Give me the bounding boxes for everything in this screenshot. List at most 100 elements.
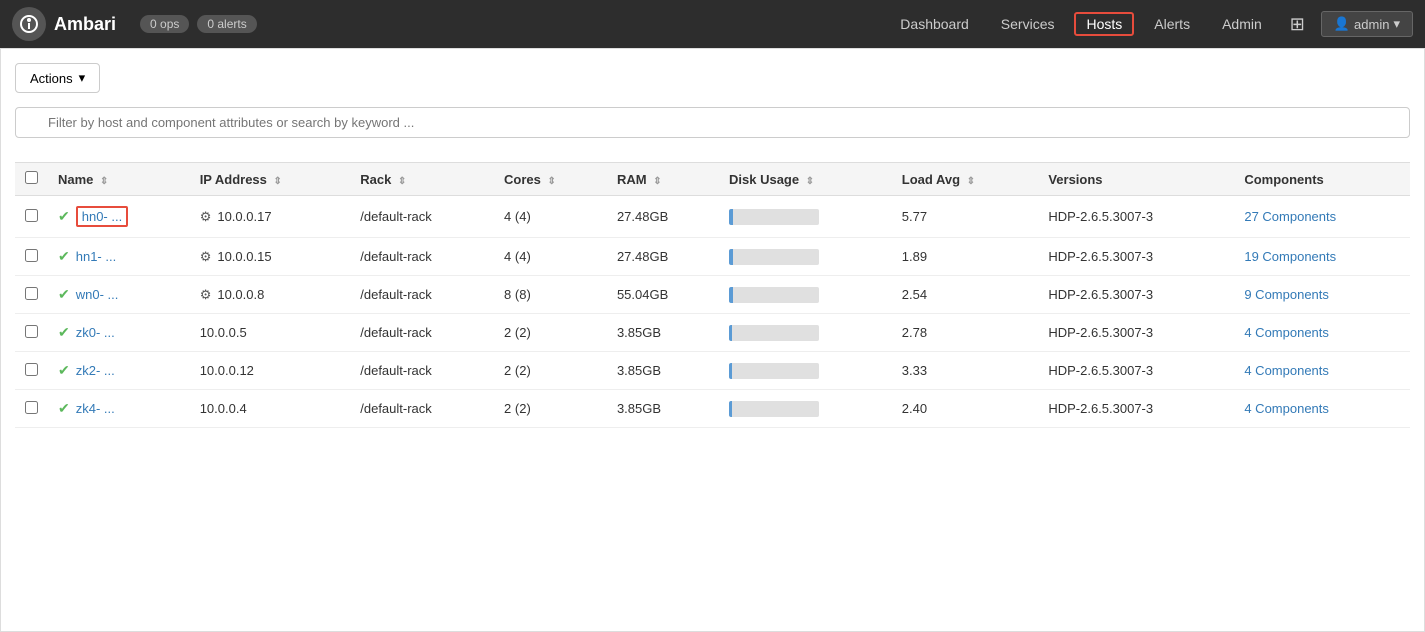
ip-value: 10.0.0.8 — [217, 287, 264, 302]
settings-icon[interactable]: ⚙ — [200, 209, 212, 225]
disk-bar — [729, 287, 733, 303]
row-version-cell: HDP-2.6.5.3007-3 — [1038, 196, 1234, 238]
row-checkbox-cell — [15, 238, 48, 276]
table-header: Name ⇕ IP Address ⇕ Rack ⇕ Cores ⇕ RAM — [15, 163, 1410, 196]
row-checkbox[interactable] — [25, 249, 38, 262]
sort-ram-icon[interactable]: ⇕ — [653, 176, 661, 187]
row-ip-cell: 10.0.0.4 — [190, 390, 351, 428]
disk-bar-wrap — [729, 325, 819, 341]
row-checkbox[interactable] — [25, 209, 38, 222]
actions-label: Actions — [30, 71, 73, 86]
grid-icon[interactable]: ⊞ — [1282, 10, 1313, 39]
alerts-badge[interactable]: 0 alerts — [197, 15, 256, 33]
col-components: Components — [1234, 163, 1410, 196]
row-disk-cell — [719, 390, 892, 428]
row-components-cell: 4 Components — [1234, 390, 1410, 428]
row-checkbox[interactable] — [25, 325, 38, 338]
host-name-link[interactable]: zk4- ... — [76, 401, 115, 416]
sort-cores-icon[interactable]: ⇕ — [548, 176, 556, 187]
components-link[interactable]: 4 Components — [1244, 325, 1329, 340]
admin-label: admin — [1354, 17, 1389, 32]
row-checkbox-cell — [15, 276, 48, 314]
row-checkbox-cell — [15, 390, 48, 428]
components-link[interactable]: 4 Components — [1244, 363, 1329, 378]
sort-load-icon[interactable]: ⇕ — [967, 176, 975, 187]
brand-icon — [12, 7, 46, 41]
row-cores-cell: 2 (2) — [494, 352, 607, 390]
row-ip-cell: ⚙ 10.0.0.15 — [190, 238, 351, 276]
nav-alerts[interactable]: Alerts — [1142, 12, 1202, 36]
row-name-cell: ✔ hn1- ... — [48, 238, 190, 276]
row-checkbox-cell — [15, 314, 48, 352]
status-icon: ✔ — [58, 324, 70, 341]
row-ram-cell: 27.48GB — [607, 196, 719, 238]
row-version-cell: HDP-2.6.5.3007-3 — [1038, 352, 1234, 390]
row-load-cell: 2.40 — [892, 390, 1039, 428]
components-link[interactable]: 9 Components — [1244, 287, 1329, 302]
row-ram-cell: 27.48GB — [607, 238, 719, 276]
row-cores-cell: 2 (2) — [494, 390, 607, 428]
table-row: ✔zk2- ...10.0.0.12/default-rack2 (2)3.85… — [15, 352, 1410, 390]
ip-value: 10.0.0.5 — [200, 325, 247, 340]
row-ip-cell: ⚙ 10.0.0.8 — [190, 276, 351, 314]
admin-button[interactable]: 👤 admin ▾ — [1321, 11, 1413, 37]
select-all-checkbox[interactable] — [25, 171, 38, 184]
sort-disk-icon[interactable]: ⇕ — [806, 176, 814, 187]
settings-icon[interactable]: ⚙ — [200, 249, 212, 265]
host-name-link[interactable]: zk2- ... — [76, 363, 115, 378]
row-ip-cell: 10.0.0.5 — [190, 314, 351, 352]
row-disk-cell — [719, 276, 892, 314]
row-checkbox[interactable] — [25, 287, 38, 300]
col-ip: IP Address ⇕ — [190, 163, 351, 196]
settings-icon[interactable]: ⚙ — [200, 287, 212, 303]
disk-bar — [729, 363, 732, 379]
row-cores-cell: 2 (2) — [494, 314, 607, 352]
row-load-cell: 1.89 — [892, 238, 1039, 276]
components-link[interactable]: 27 Components — [1244, 209, 1336, 224]
row-disk-cell — [719, 196, 892, 238]
host-name-link[interactable]: hn0- ... — [76, 206, 128, 227]
row-version-cell: HDP-2.6.5.3007-3 — [1038, 390, 1234, 428]
ip-value: 10.0.0.17 — [217, 209, 271, 224]
components-link[interactable]: 19 Components — [1244, 249, 1336, 264]
col-ram: RAM ⇕ — [607, 163, 719, 196]
main-content: Actions ▾ 🔍 Name ⇕ IP Address ⇕ — [0, 48, 1425, 632]
nav-hosts[interactable]: Hosts — [1074, 12, 1134, 36]
table-row: ✔hn1- ...⚙10.0.0.15/default-rack4 (4)27.… — [15, 238, 1410, 276]
ip-value: 10.0.0.15 — [217, 249, 271, 264]
brand-name: Ambari — [54, 14, 116, 35]
host-name-link[interactable]: wn0- ... — [76, 287, 119, 302]
col-cores: Cores ⇕ — [494, 163, 607, 196]
nav-admin[interactable]: Admin — [1210, 12, 1274, 36]
row-ram-cell: 55.04GB — [607, 276, 719, 314]
caret-icon: ▾ — [1393, 16, 1400, 32]
sort-rack-icon[interactable]: ⇕ — [398, 176, 406, 187]
row-load-cell: 2.54 — [892, 276, 1039, 314]
nav-services[interactable]: Services — [989, 12, 1067, 36]
search-input[interactable] — [15, 107, 1410, 138]
disk-bar-wrap — [729, 209, 819, 225]
row-rack-cell: /default-rack — [350, 352, 494, 390]
row-name-cell: ✔zk2- ... — [48, 352, 190, 390]
row-components-cell: 27 Components — [1234, 196, 1410, 238]
disk-bar-wrap — [729, 249, 819, 265]
navbar: Ambari 0 ops 0 alerts Dashboard Services… — [0, 0, 1425, 48]
table-body: ✔ hn0- ... ⚙ 10.0.0.17/default-rack 4 (4)27.… — [15, 196, 1410, 428]
row-cores-cell: 4 (4) — [494, 238, 607, 276]
row-ip-cell: 10.0.0.12 — [190, 352, 351, 390]
sort-name-icon[interactable]: ⇕ — [100, 176, 108, 187]
components-link[interactable]: 4 Components — [1244, 401, 1329, 416]
actions-button[interactable]: Actions ▾ — [15, 63, 100, 93]
status-icon: ✔ — [58, 248, 70, 265]
host-name-link[interactable]: hn1- ... — [76, 249, 116, 264]
disk-bar-wrap — [729, 287, 819, 303]
sort-ip-icon[interactable]: ⇕ — [274, 176, 282, 187]
row-checkbox[interactable] — [25, 363, 38, 376]
ops-badge[interactable]: 0 ops — [140, 15, 189, 33]
nav-dashboard[interactable]: Dashboard — [888, 12, 981, 36]
ip-value: 10.0.0.12 — [200, 363, 254, 378]
row-ip-cell: ⚙ 10.0.0.17 — [190, 196, 351, 238]
host-name-link[interactable]: zk0- ... — [76, 325, 115, 340]
row-components-cell: 19 Components — [1234, 238, 1410, 276]
row-checkbox[interactable] — [25, 401, 38, 414]
